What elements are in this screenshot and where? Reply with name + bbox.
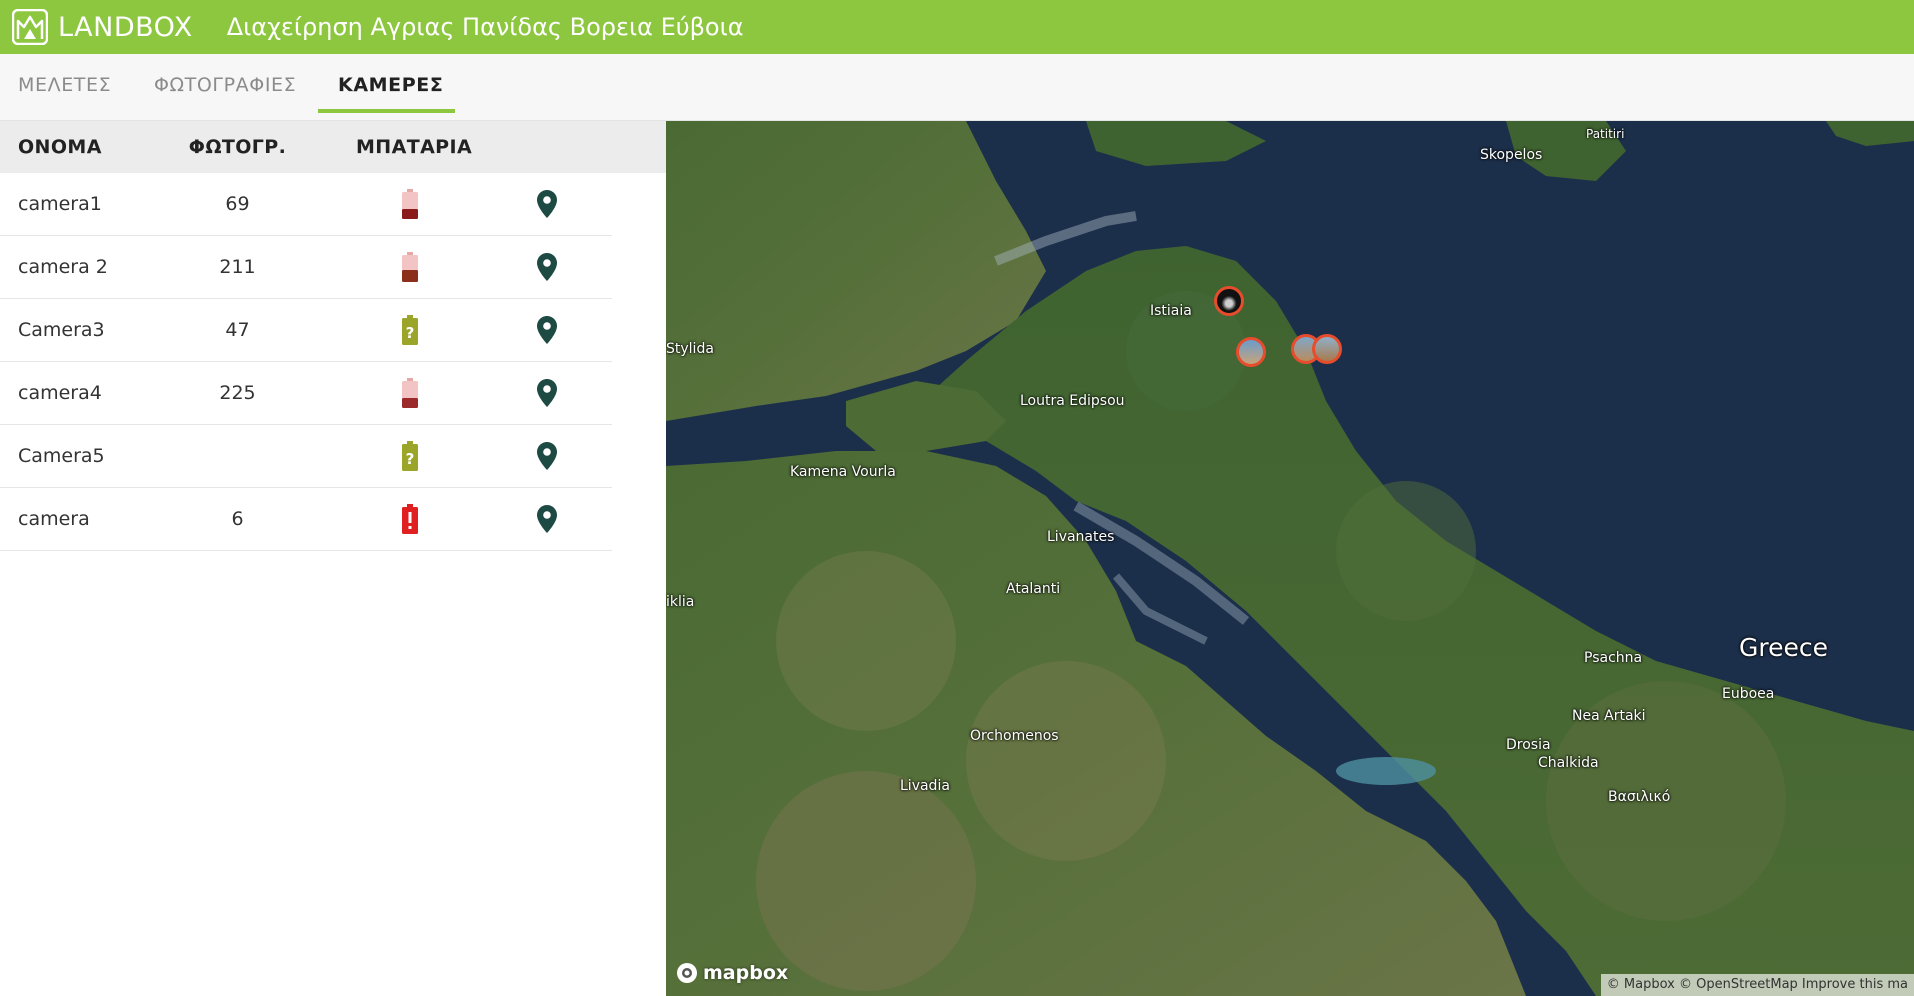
mapbox-logo-text: mapbox xyxy=(703,962,789,984)
camera-marker[interactable] xyxy=(1236,337,1266,367)
camera-name: camera xyxy=(18,508,90,530)
map-label: Atalanti xyxy=(1006,581,1061,597)
map-label: Psachna xyxy=(1584,650,1643,666)
camera-name: Camera5 xyxy=(18,445,105,467)
camera-name: camera4 xyxy=(18,382,102,404)
table-row[interactable]: camera 2 211 xyxy=(0,236,612,299)
camera-name: Camera3 xyxy=(18,319,105,341)
map-label: iklia xyxy=(666,594,695,610)
photo-count: 225 xyxy=(219,382,256,404)
map-label-country: Greece xyxy=(1739,633,1828,662)
map-label: Drosia xyxy=(1506,737,1551,753)
svg-text:?: ? xyxy=(406,324,415,342)
table-row[interactable]: Camera5 ? xyxy=(0,425,612,488)
map-label: Livanates xyxy=(1047,529,1115,545)
map-pin-icon[interactable] xyxy=(532,425,562,487)
satellite-map[interactable]: Skopelos Patitiri Istiaia Stylida Loutra… xyxy=(666,121,1914,996)
column-header-battery[interactable]: ΜΠΑΤΑΡΙΑ xyxy=(356,121,472,173)
map-terrain xyxy=(666,121,1914,996)
map-label: Kamena Vourla xyxy=(790,464,896,480)
map-label: Stylida xyxy=(666,341,714,357)
battery-unknown-icon: ? xyxy=(395,299,425,361)
app-header: LANDBOX Διαχείρηση Αγριας Πανίδας Βορεια… xyxy=(0,0,1914,54)
active-tab-indicator xyxy=(318,109,455,113)
map-label: Livadia xyxy=(900,778,950,794)
map-attribution[interactable]: © Mapbox © OpenStreetMap Improve this ma xyxy=(1600,974,1914,996)
map-pin-icon[interactable] xyxy=(532,488,562,550)
photo-count: 211 xyxy=(219,256,256,278)
page-title: Διαχείρηση Αγριας Πανίδας Βορεια Εύβοια xyxy=(226,13,744,41)
mapbox-logo[interactable]: mapbox xyxy=(676,962,788,984)
photo-count xyxy=(160,425,315,487)
map-label: Loutra Edipsou xyxy=(1020,393,1125,409)
map-label: Skopelos xyxy=(1480,147,1543,163)
tab-bar: ΜΕΛΕΤΕΣ ΦΩΤΟΓΡΑΦΙΕΣ ΚΑΜΕΡΕΣ xyxy=(0,54,1914,121)
table-row[interactable]: camera1 69 xyxy=(0,173,612,236)
camera-name: camera 2 xyxy=(18,256,108,278)
map-pin-icon[interactable] xyxy=(532,299,562,361)
photo-count: 69 xyxy=(225,193,250,215)
camera-name: camera1 xyxy=(18,193,102,215)
tab-photos[interactable]: ΦΩΤΟΓΡΑΦΙΕΣ xyxy=(154,54,296,120)
table-row[interactable]: Camera3 47 ? xyxy=(0,299,612,362)
map-label: Patitiri xyxy=(1586,127,1625,141)
photo-count: 6 xyxy=(231,508,244,530)
table-row[interactable]: camera4 225 xyxy=(0,362,612,425)
brand-name: LANDBOX xyxy=(58,11,193,43)
table-header: ΟΝΟΜΑ ΦΩΤΟΓΡ. ΜΠΑΤΑΡΙΑ xyxy=(0,121,666,173)
logo[interactable]: LANDBOX xyxy=(12,9,193,45)
column-header-photos[interactable]: ΦΩΤΟΓΡ. xyxy=(160,121,315,173)
map-label: Orchomenos xyxy=(970,728,1059,744)
tab-studies[interactable]: ΜΕΛΕΤΕΣ xyxy=(18,54,111,120)
battery-alert-icon xyxy=(395,488,425,550)
battery-low-icon xyxy=(395,362,425,424)
battery-low-icon xyxy=(395,236,425,298)
cameras-table: ΟΝΟΜΑ ΦΩΤΟΓΡ. ΜΠΑΤΑΡΙΑ camera1 69 camera… xyxy=(0,121,666,996)
map-pin-icon[interactable] xyxy=(532,173,562,235)
map-pin-icon[interactable] xyxy=(532,362,562,424)
battery-low-icon xyxy=(395,173,425,235)
map-label: Euboea xyxy=(1722,686,1775,702)
map-pin-icon[interactable] xyxy=(532,236,562,298)
svg-text:?: ? xyxy=(406,450,415,468)
landbox-logo-icon xyxy=(12,9,48,45)
map-label: Istiaia xyxy=(1150,303,1192,319)
table-row[interactable]: camera 6 xyxy=(0,488,612,551)
map-label: Nea Artaki xyxy=(1572,708,1646,724)
camera-marker[interactable] xyxy=(1312,334,1342,364)
map-label: Βασιλικό xyxy=(1608,789,1671,805)
battery-unknown-icon: ? xyxy=(395,425,425,487)
camera-marker[interactable] xyxy=(1214,286,1244,316)
photo-count: 47 xyxy=(225,319,250,341)
mapbox-logo-icon xyxy=(677,963,697,983)
map-label: Chalkida xyxy=(1538,755,1599,771)
column-header-name[interactable]: ΟΝΟΜΑ xyxy=(18,121,102,173)
